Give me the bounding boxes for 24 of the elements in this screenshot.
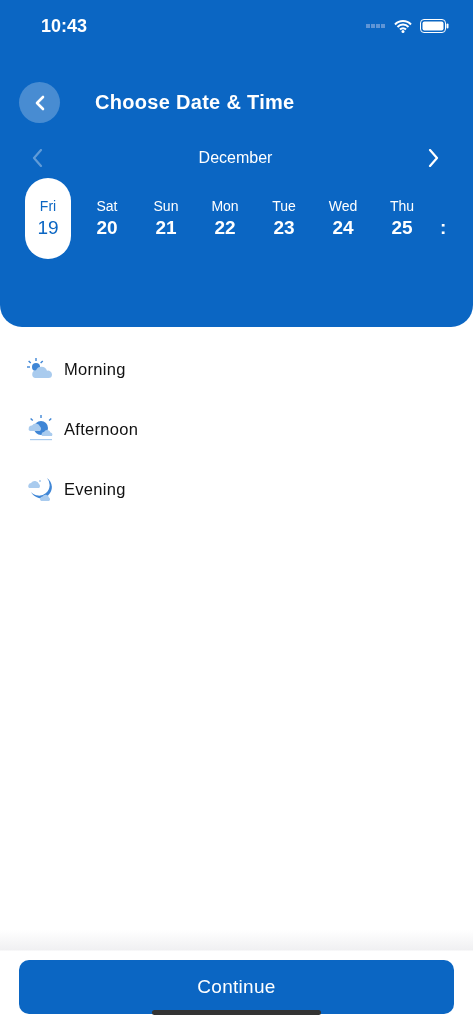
time-period-label[interactable]: Afternoon bbox=[64, 419, 139, 439]
sun-cloud-icon bbox=[27, 415, 55, 443]
status-time: 10:43 bbox=[41, 15, 88, 37]
continue-button[interactable]: Continue bbox=[19, 960, 454, 1014]
time-period-label[interactable]: Morning bbox=[64, 359, 126, 379]
day-option[interactable]: Mon 22 bbox=[202, 178, 248, 259]
wifi-icon bbox=[394, 19, 412, 33]
time-period-label[interactable]: Evening bbox=[64, 479, 126, 499]
next-month-button[interactable] bbox=[428, 149, 439, 167]
day-option[interactable]: Sun 21 bbox=[143, 178, 189, 259]
screen-title: Choose Date & Time bbox=[95, 91, 295, 114]
day-option[interactable]: Sat 20 bbox=[84, 178, 130, 259]
day-option[interactable]: Fri 19 bbox=[25, 178, 71, 259]
battery-icon bbox=[420, 19, 449, 33]
back-button[interactable] bbox=[19, 82, 60, 123]
back-icon bbox=[34, 94, 45, 111]
signal-icon bbox=[366, 24, 386, 28]
day-option[interactable]: Tue 23 bbox=[261, 178, 307, 259]
day-option[interactable]: Wed 24 bbox=[320, 178, 366, 259]
moon-cloud-icon bbox=[27, 476, 55, 502]
month-label: December bbox=[198, 149, 273, 167]
day-option-partial[interactable]: : bbox=[440, 217, 447, 239]
day-option[interactable]: Thu 25 bbox=[379, 178, 425, 259]
sun-cloud-icon bbox=[27, 358, 55, 380]
